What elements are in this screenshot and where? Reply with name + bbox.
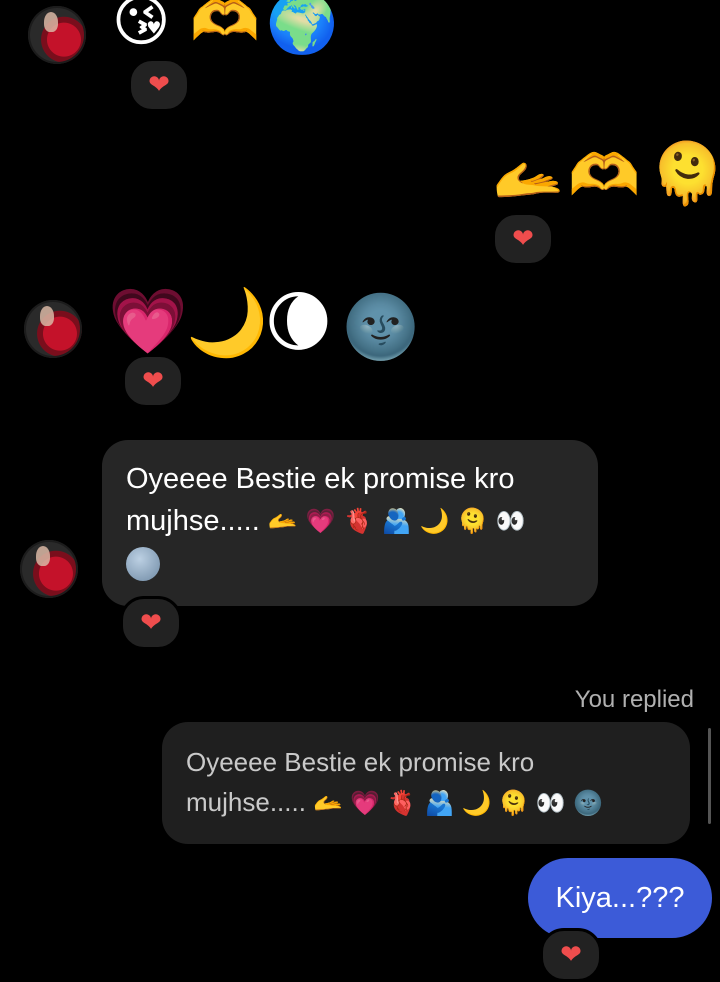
heart-reaction[interactable]: ❤ [492,212,554,266]
heart-reaction[interactable]: ❤ [128,58,190,112]
heart-icon: ❤ [512,224,534,254]
quoted-line-1: Oyeeee Bestie ek promise kro [186,747,535,777]
people-hugging-emoji: 🫂 [381,508,412,536]
heart-icon: ❤ [142,366,164,396]
heart-icon: ❤ [148,70,170,100]
palm-up-hand-emoji: 🫴 [267,508,298,536]
you-replied-label: You replied [574,686,694,713]
melting-face-emoji: 🫠 [457,508,488,536]
contact-avatar[interactable] [28,6,86,64]
heart-icon: ❤ [560,940,582,970]
heart-hands-emoji: 🫶 [568,141,641,209]
message-line-3: 🌚 [126,547,574,582]
heart-icon: ❤ [140,608,162,638]
contact-avatar[interactable] [24,300,82,358]
new-moon-face-emoji [126,547,160,582]
heart-hands-emoji: 🫶 [190,0,260,54]
eyes-emoji: 👀 [495,508,526,536]
heart-reaction[interactable]: ❤ [120,596,182,650]
quoted-line-2: mujhse..... 🫴 💗 🫀 🫂 🌙 🫠 👀 🌚 [186,782,666,824]
new-moon-face-emoji: 🌚 [573,790,603,818]
anatomical-heart-emoji: 🫀 [343,508,374,536]
crescent-moon-emoji: 🌙 [186,284,269,361]
heart-reaction[interactable]: ❤ [540,928,602,982]
crescent-moon-emoji: 🌙 [419,508,450,536]
quoted-message[interactable]: Oyeeee Bestie ek promise kro mujhse.....… [162,722,690,844]
new-moon-face-emoji: 🌚 [342,290,420,363]
kissing-face-emoji: 😘 [112,0,171,54]
waning-moon-emoji: 🌘 [264,284,333,361]
melting-face-emoji: 🫠 [650,139,720,209]
growing-heart-emoji: 💗 [305,508,336,536]
melting-face-emoji: 🫠 [498,790,529,818]
message-bubble[interactable]: Oyeeee Bestie ek promise kro mujhse.....… [102,440,598,606]
sent-message-bubble[interactable]: Kiya...??? [528,858,712,938]
growing-heart-emoji: 💗 [350,790,381,818]
contact-avatar[interactable] [20,540,78,598]
palm-up-hand-emoji: 🫴 [313,790,344,818]
crescent-moon-emoji: 🌙 [461,790,492,818]
globe-emoji: 🌍 [266,0,339,57]
eyes-emoji: 👀 [535,790,566,818]
scrollbar[interactable] [708,728,711,824]
heart-reaction[interactable]: ❤ [122,354,184,408]
message-line-1: Oyeeee Bestie ek promise kro [126,463,515,495]
growing-heart-emoji: 💗 [108,285,188,359]
message-line-2: mujhse..... 🫴 💗 🫀 🫂 🌙 🫠 👀 [126,500,574,543]
palm-up-hand-emoji: 🫴 [492,145,565,213]
people-hugging-emoji: 🫂 [424,790,455,818]
anatomical-heart-emoji: 🫀 [387,790,418,818]
